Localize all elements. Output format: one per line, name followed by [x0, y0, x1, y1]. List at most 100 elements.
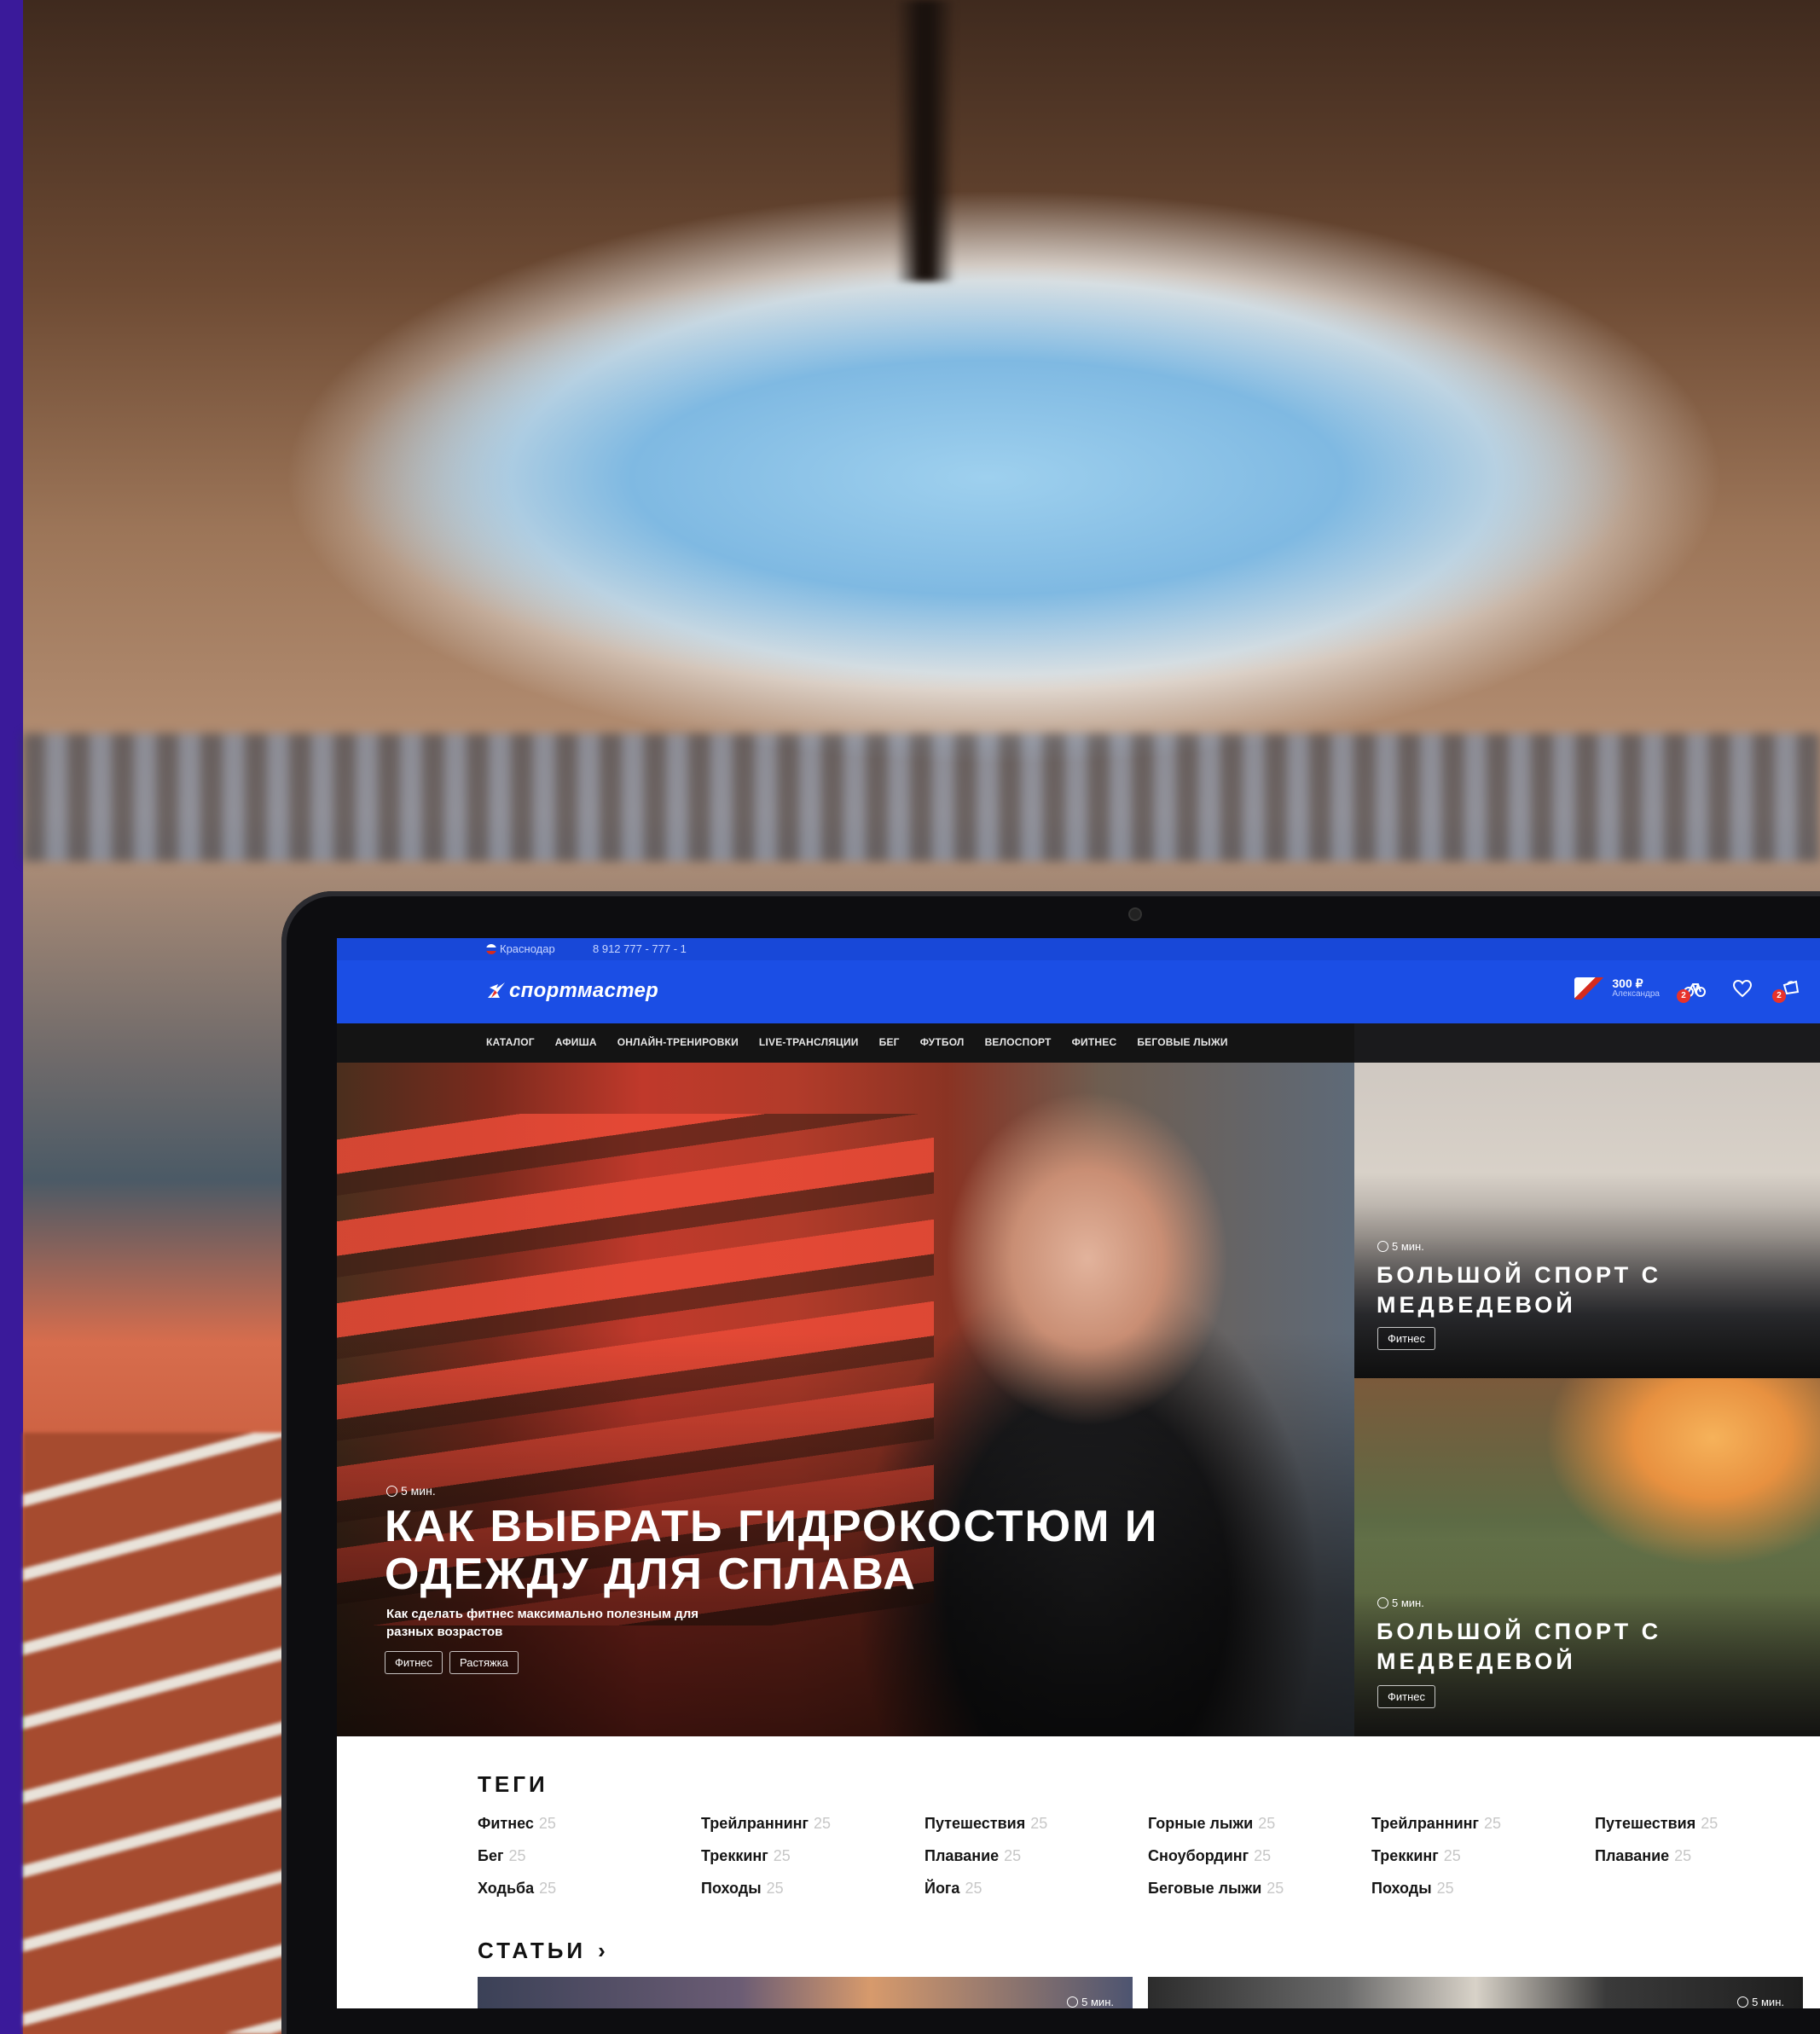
tag-name: Походы — [701, 1880, 762, 1897]
side-card-tag-chip[interactable]: Фитнес — [1377, 1327, 1436, 1350]
tag-name: Фитнес — [478, 1815, 534, 1832]
article-card[interactable]: 5 мин. — [478, 1977, 1133, 2008]
tag-name: Трейлраннинг — [1371, 1815, 1479, 1832]
nav-right-filler — [1354, 1023, 1820, 1063]
clock-icon — [1377, 1241, 1388, 1252]
tag-link[interactable]: Путешествия 25 — [1595, 1815, 1818, 1833]
hero-title[interactable]: КАК ВЫБРАТЬ ГИДРОКОСТЮМ И ОДЕЖДУ ДЛЯ СПЛ… — [385, 1503, 1237, 1598]
nav-item-running[interactable]: БЕГ — [879, 1036, 900, 1048]
tag-link[interactable]: Треккинг 25 — [701, 1847, 924, 1865]
tag-count: 25 — [1443, 1847, 1461, 1864]
tag-link[interactable]: Треккинг 25 — [1371, 1847, 1595, 1865]
nav-item-catalog[interactable]: КАТАЛОГ — [486, 1036, 535, 1048]
region-selector[interactable]: Краснодар — [486, 942, 555, 955]
chevron-right-icon: › — [598, 1938, 609, 1963]
tag-link[interactable]: Горные лыжи 25 — [1148, 1815, 1371, 1833]
tag-link[interactable]: Походы 25 — [701, 1880, 924, 1898]
tag-count: 25 — [1030, 1815, 1048, 1832]
cart-button[interactable]: 2 — [1772, 976, 1803, 1003]
nav-item-online-training[interactable]: ОНЛАЙН-ТРЕНИРОВКИ — [617, 1036, 739, 1048]
hero-read-time-label: 5 мин. — [401, 1484, 436, 1498]
tag-name: Трейлраннинг — [701, 1815, 809, 1832]
nav-item-fitness[interactable]: ФИТНЕС — [1072, 1036, 1117, 1048]
tag-name: Беговые лыжи — [1148, 1880, 1262, 1897]
nav-item-live[interactable]: LIVE-ТРАНСЛЯЦИИ — [759, 1036, 859, 1048]
bonus-card-widget[interactable]: 300 ₽ Александра — [1574, 977, 1660, 1000]
cart-badge: 2 — [1772, 989, 1786, 1003]
tag-link[interactable]: Бег 25 — [478, 1847, 701, 1865]
hero-article-card[interactable]: 5 мин. КАК ВЫБРАТЬ ГИДРОКОСТЮМ И ОДЕЖДУ … — [337, 1063, 1354, 1736]
clock-icon — [386, 1486, 397, 1497]
side-card-title[interactable]: БОЛЬШОЙ СПОРТ С МЕДВЕДЕВОЙ — [1377, 1260, 1786, 1320]
tag-count: 25 — [766, 1880, 784, 1897]
tag-count: 25 — [1484, 1815, 1502, 1832]
side-card-shade — [1354, 1378, 1820, 1736]
hero-tags: Фитнес Растяжка — [385, 1651, 519, 1674]
tag-name: Треккинг — [1371, 1847, 1439, 1864]
tag-count: 25 — [538, 1815, 556, 1832]
tag-name: Плавание — [924, 1847, 1000, 1864]
bonus-card-icon — [1574, 977, 1606, 1000]
site-logo[interactable]: спортмастер — [486, 979, 658, 1003]
side-card-tag-chip[interactable]: Фитнес — [1377, 1685, 1436, 1708]
bonus-user-name: Александра — [1612, 989, 1660, 999]
compare-button[interactable]: 2 — [1677, 976, 1707, 1003]
purple-side-strip — [0, 0, 23, 2034]
header-actions: 300 ₽ Александра 2 2 — [1574, 976, 1803, 1003]
top-info-bar: Краснодар 8 912 777 - 777 - 1 — [337, 938, 1820, 960]
compare-badge: 2 — [1677, 989, 1690, 1003]
tag-name: Походы — [1371, 1880, 1432, 1897]
heart-icon — [1732, 979, 1753, 998]
articles-title-label: СТАТЬИ — [478, 1938, 587, 1963]
logo-runner-icon — [488, 982, 505, 998]
clock-icon — [1067, 1996, 1079, 2008]
article-card[interactable]: 5 мин. — [1148, 1977, 1803, 2008]
side-card-read-time-label: 5 мин. — [1392, 1240, 1424, 1253]
article-read-time: 5 мин. — [1737, 1996, 1784, 2008]
tag-name: Плавание — [1595, 1847, 1670, 1864]
tag-count: 25 — [1701, 1815, 1719, 1832]
side-article-card[interactable]: 5 мин. БОЛЬШОЙ СПОРТ С МЕДВЕДЕВОЙ Фитнес — [1354, 1063, 1820, 1378]
presentation-stage: Краснодар 8 912 777 - 777 - 1 спортмасте… — [0, 0, 1820, 2034]
tag-count: 25 — [539, 1880, 557, 1897]
tag-count: 25 — [1004, 1847, 1022, 1864]
tag-count: 25 — [1266, 1880, 1284, 1897]
tag-name: Ходьба — [478, 1880, 535, 1897]
tag-link[interactable]: Йога 25 — [924, 1880, 1148, 1898]
tag-link[interactable]: Путешествия 25 — [924, 1815, 1148, 1833]
tag-link[interactable]: Ходьба 25 — [478, 1880, 701, 1898]
nav-item-football[interactable]: ФУТБОЛ — [920, 1036, 965, 1048]
tag-count: 25 — [1254, 1847, 1272, 1864]
tag-name: Йога — [924, 1880, 960, 1897]
hero-tag-chip[interactable]: Фитнес — [385, 1651, 443, 1674]
tag-link[interactable]: Беговые лыжи 25 — [1148, 1880, 1371, 1898]
tag-link[interactable]: Фитнес 25 — [478, 1815, 701, 1833]
tag-name: Путешествия — [924, 1815, 1026, 1832]
side-card-tags: Фитнес — [1377, 1685, 1436, 1708]
region-label: Краснодар — [500, 942, 555, 955]
tag-link[interactable]: Сноубординг 25 — [1148, 1847, 1371, 1865]
side-article-card[interactable]: 5 мин. БОЛЬШОЙ СПОРТ С МЕДВЕДЕВОЙ Фитнес — [1354, 1378, 1820, 1736]
bonus-amount: 300 ₽ — [1612, 976, 1643, 990]
side-card-read-time-label: 5 мин. — [1392, 1596, 1424, 1609]
clock-icon — [1737, 1996, 1749, 2008]
tag-count: 25 — [773, 1847, 791, 1864]
hero-read-time: 5 мин. — [386, 1484, 436, 1498]
nav-item-xc-ski[interactable]: БЕГОВЫЕ ЛЫЖИ — [1137, 1036, 1227, 1048]
tag-link[interactable]: Плавание 25 — [1595, 1847, 1818, 1865]
tag-link[interactable]: Плавание 25 — [924, 1847, 1148, 1865]
tablet-screen: Краснодар 8 912 777 - 777 - 1 спортмасте… — [337, 938, 1820, 2008]
nav-item-afisha[interactable]: АФИША — [555, 1036, 597, 1048]
nav-item-cycling[interactable]: ВЕЛОСПОРТ — [985, 1036, 1052, 1048]
tag-link[interactable]: Трейлраннинг 25 — [1371, 1815, 1595, 1833]
side-card-title[interactable]: БОЛЬШОЙ СПОРТ С МЕДВЕДЕВОЙ — [1377, 1617, 1786, 1677]
articles-section-title[interactable]: СТАТЬИ › — [478, 1938, 609, 1964]
stadium-pillar — [896, 0, 955, 281]
tag-count: 25 — [814, 1815, 832, 1832]
favorites-button[interactable] — [1730, 976, 1755, 1001]
tag-link[interactable]: Трейлраннинг 25 — [701, 1815, 924, 1833]
phone-number[interactable]: 8 912 777 - 777 - 1 — [593, 942, 687, 955]
tag-link[interactable]: Походы 25 — [1371, 1880, 1595, 1898]
tag-name: Треккинг — [701, 1847, 768, 1864]
hero-tag-chip[interactable]: Растяжка — [449, 1651, 519, 1674]
